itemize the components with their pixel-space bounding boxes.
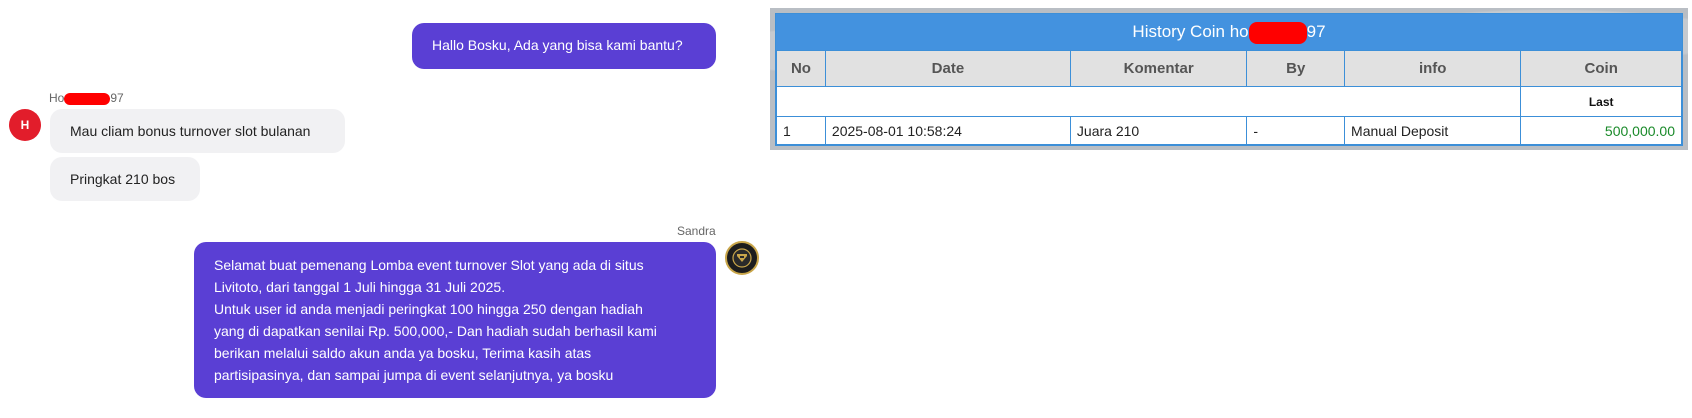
agent-avatar — [725, 241, 759, 275]
cell-date: 2025-08-01 10:58:24 — [824, 116, 1071, 145]
column-header-date: Date — [824, 50, 1071, 87]
announcement-line: Untuk user id anda menjadi peringkat 100… — [214, 301, 643, 317]
subheader-spacer — [775, 86, 1522, 117]
column-header-komentar: Komentar — [1069, 50, 1248, 87]
customer-sender-name: Ho 97 — [49, 91, 124, 105]
history-coin-table: No Date Komentar By info Coin Last 1 202… — [775, 50, 1682, 145]
announcement-line: berikan melalui saldo akun anda ya bosku… — [214, 345, 592, 361]
column-header-no: No — [776, 50, 826, 87]
agent-announcement-bubble: Selamat buat pemenang Lomba event turnov… — [194, 242, 716, 398]
cell-coin: 500,000.00 — [1520, 116, 1682, 145]
column-header-by: By — [1246, 50, 1346, 87]
announcement-line: Selamat buat pemenang Lomba event turnov… — [214, 257, 644, 273]
cell-no: 1 — [776, 116, 826, 145]
redaction-mark — [64, 92, 111, 105]
column-header-coin: Coin — [1520, 50, 1682, 87]
subheader-last: Last — [1520, 86, 1682, 117]
table-header-row: No Date Komentar By info Coin — [776, 50, 1682, 87]
history-coin-title: History Coin ho 97 — [776, 14, 1682, 50]
agent-sender-name: Sandra — [677, 224, 716, 238]
history-coin-table-container: History Coin ho 97 No Date Komentar By i… — [775, 13, 1683, 146]
agent-greeting-text: Hallo Bosku, Ada yang bisa kami bantu? — [432, 37, 683, 53]
customer-message-text: Mau cliam bonus turnover slot bulanan — [70, 123, 311, 139]
customer-message-bubble: Mau cliam bonus turnover slot bulanan — [50, 109, 345, 153]
announcement-line: Livitoto, dari tanggal 1 Juli hingga 31 … — [214, 279, 506, 295]
customer-message-bubble: Pringkat 210 bos — [50, 157, 200, 201]
announcement-line: yang di dapatkan senilai Rp. 500,000,- D… — [214, 323, 657, 339]
redaction-mark — [1248, 21, 1307, 44]
column-header-info: info — [1344, 50, 1522, 87]
cell-by: - — [1246, 116, 1346, 145]
customer-avatar: H — [9, 109, 41, 141]
table-row: 1 2025-08-01 10:58:24 Juara 210 - Manual… — [776, 116, 1682, 145]
agent-greeting-bubble: Hallo Bosku, Ada yang bisa kami bantu? — [412, 23, 716, 69]
announcement-line: partisipasinya, dan sampai jumpa di even… — [214, 367, 614, 383]
screenshot-canvas: Hallo Bosku, Ada yang bisa kami bantu? H… — [0, 0, 1692, 418]
cell-info: Manual Deposit — [1344, 116, 1522, 145]
cell-komentar: Juara 210 — [1069, 116, 1248, 145]
table-subheader-row: Last — [775, 86, 1682, 117]
customer-message-text: Pringkat 210 bos — [70, 171, 176, 187]
agent-logo-icon — [732, 248, 752, 268]
history-coin-panel: History Coin ho 97 No Date Komentar By i… — [770, 8, 1688, 150]
